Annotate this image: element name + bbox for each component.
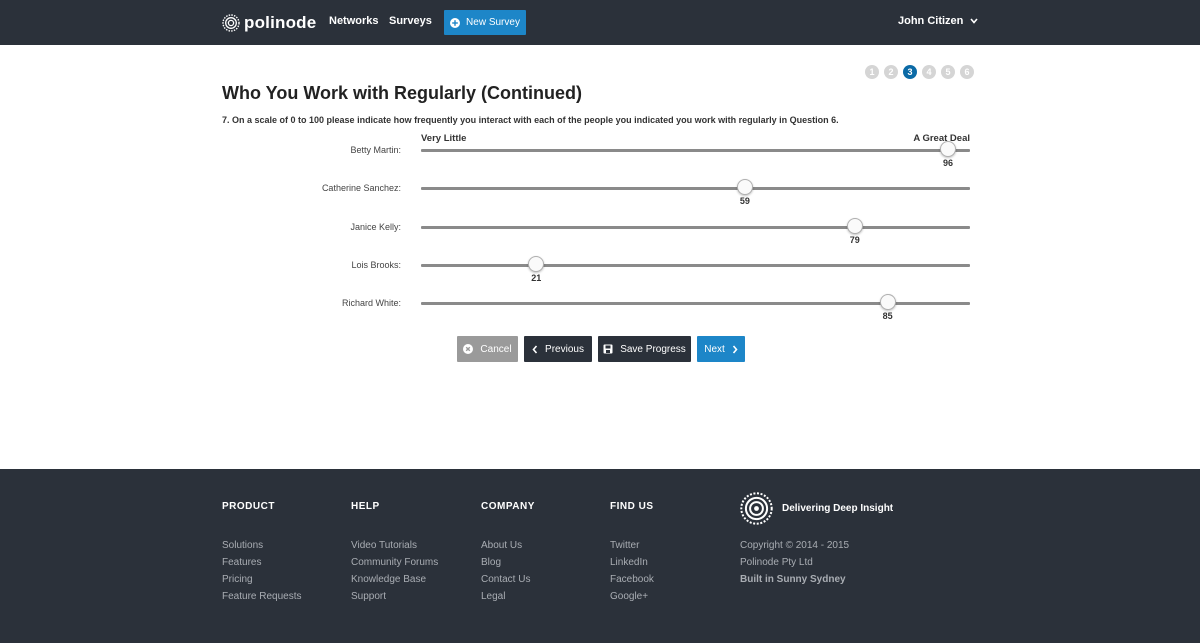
slider-track[interactable]: 59 xyxy=(421,179,970,206)
footer-link-twitter[interactable]: Twitter xyxy=(610,540,639,551)
footer-link-solutions[interactable]: Solutions xyxy=(222,540,263,551)
previous-button[interactable]: Previous xyxy=(524,336,592,362)
slider-value: 21 xyxy=(531,273,542,283)
slider-handle[interactable] xyxy=(528,256,545,272)
footer-link-linkedin[interactable]: LinkedIn xyxy=(610,557,648,568)
slider-handle[interactable] xyxy=(940,141,957,157)
footer-link-knowledge-base[interactable]: Knowledge Base xyxy=(351,574,426,585)
save-icon xyxy=(603,344,613,354)
previous-label: Previous xyxy=(545,343,584,355)
footer-tagline: Delivering Deep Insight xyxy=(782,503,894,514)
footer-heading-product: PRODUCT xyxy=(222,501,275,512)
step-5[interactable]: 5 xyxy=(941,65,955,79)
slider-person-label: Janice Kelly: xyxy=(350,222,401,232)
survey-progress-steps: 123456 xyxy=(865,65,979,79)
footer-copyright: Copyright © 2014 - 2015 xyxy=(740,540,850,551)
cancel-label: Cancel xyxy=(480,343,512,355)
next-label: Next xyxy=(704,343,725,355)
slider-track[interactable]: 96 xyxy=(421,141,970,168)
footer-link-features[interactable]: Features xyxy=(222,557,261,568)
footer: PRODUCT Solutions Features Pricing Featu… xyxy=(0,469,1200,643)
next-button[interactable]: Next xyxy=(697,336,745,362)
slider-value: 79 xyxy=(849,235,860,245)
footer-heading-help: HELP xyxy=(351,501,380,512)
footer-heading-company: COMPANY xyxy=(481,501,535,512)
slider-row: Janice Kelly: 79 xyxy=(0,218,1200,258)
save-progress-button[interactable]: Save Progress xyxy=(598,336,691,362)
footer-link-facebook[interactable]: Facebook xyxy=(610,574,654,585)
user-menu[interactable]: John Citizen xyxy=(898,15,978,27)
save-progress-label: Save Progress xyxy=(620,343,686,355)
footer-heading-find-us: FIND US xyxy=(610,501,654,512)
page-title: Who You Work with Regularly (Continued) xyxy=(222,83,582,103)
polinode-logo-icon xyxy=(222,14,240,32)
step-2[interactable]: 2 xyxy=(884,65,898,79)
slider-track[interactable]: 85 xyxy=(421,294,970,321)
slider-track[interactable]: 79 xyxy=(421,218,970,245)
footer-logo-icon xyxy=(740,492,773,530)
plus-circle-icon xyxy=(450,17,461,28)
slider-handle[interactable] xyxy=(736,179,753,195)
footer-link-about-us[interactable]: About Us xyxy=(481,540,522,551)
scale-max-label: A Great Deal xyxy=(913,133,970,144)
footer-link-blog[interactable]: Blog xyxy=(481,557,501,568)
slider-value: 59 xyxy=(739,196,750,206)
footer-company-name: Polinode Pty Ltd xyxy=(740,557,813,568)
nav-networks[interactable]: Networks xyxy=(329,15,379,27)
slider-person-label: Richard White: xyxy=(341,298,401,308)
footer-link-legal[interactable]: Legal xyxy=(481,591,505,602)
close-circle-icon xyxy=(463,344,474,354)
brand-logo[interactable]: polinode xyxy=(222,12,316,34)
slider-person-label: Betty Martin: xyxy=(350,145,401,155)
footer-built-in: Built in Sunny Sydney xyxy=(740,574,846,585)
user-name: John Citizen xyxy=(898,15,964,27)
chevron-right-icon xyxy=(732,344,738,354)
footer-link-support[interactable]: Support xyxy=(351,591,386,602)
slider-handle[interactable] xyxy=(846,218,863,234)
slider-person-label: Catherine Sanchez: xyxy=(321,183,401,193)
footer-link-google-plus[interactable]: Google+ xyxy=(610,591,648,602)
scale-min-label: Very Little xyxy=(421,133,467,144)
slider-row: Catherine Sanchez: 59 xyxy=(0,179,1200,219)
slider-value: 96 xyxy=(943,158,954,168)
footer-link-pricing[interactable]: Pricing xyxy=(222,574,253,585)
new-survey-label: New Survey xyxy=(466,17,520,28)
slider-value: 85 xyxy=(882,311,893,321)
brand-name: polinode xyxy=(244,13,317,32)
slider-handle[interactable] xyxy=(879,294,896,310)
step-3[interactable]: 3 xyxy=(903,65,917,79)
step-4[interactable]: 4 xyxy=(922,65,936,79)
step-6[interactable]: 6 xyxy=(960,65,974,79)
nav-surveys[interactable]: Surveys xyxy=(389,15,432,27)
question-text: 7. On a scale of 0 to 100 please indicat… xyxy=(222,115,839,125)
footer-link-community-forums[interactable]: Community Forums xyxy=(351,557,438,568)
new-survey-button[interactable]: New Survey xyxy=(444,10,526,35)
slider-row: Lois Brooks: 21 xyxy=(0,256,1200,296)
slider-person-label: Lois Brooks: xyxy=(351,260,401,270)
slider-track[interactable]: 21 xyxy=(421,256,970,283)
footer-link-contact-us[interactable]: Contact Us xyxy=(481,574,530,585)
step-1[interactable]: 1 xyxy=(865,65,879,79)
slider-row: Betty Martin: 96 xyxy=(0,141,1200,181)
chevron-left-icon xyxy=(532,344,538,354)
top-navbar: polinode Networks Surveys New Survey Joh… xyxy=(0,0,1200,45)
chevron-down-icon xyxy=(970,18,978,24)
cancel-button[interactable]: Cancel xyxy=(457,336,518,362)
footer-link-feature-requests[interactable]: Feature Requests xyxy=(222,591,302,602)
footer-link-video-tutorials[interactable]: Video Tutorials xyxy=(351,540,417,551)
slider-row: Richard White: 85 xyxy=(0,294,1200,334)
